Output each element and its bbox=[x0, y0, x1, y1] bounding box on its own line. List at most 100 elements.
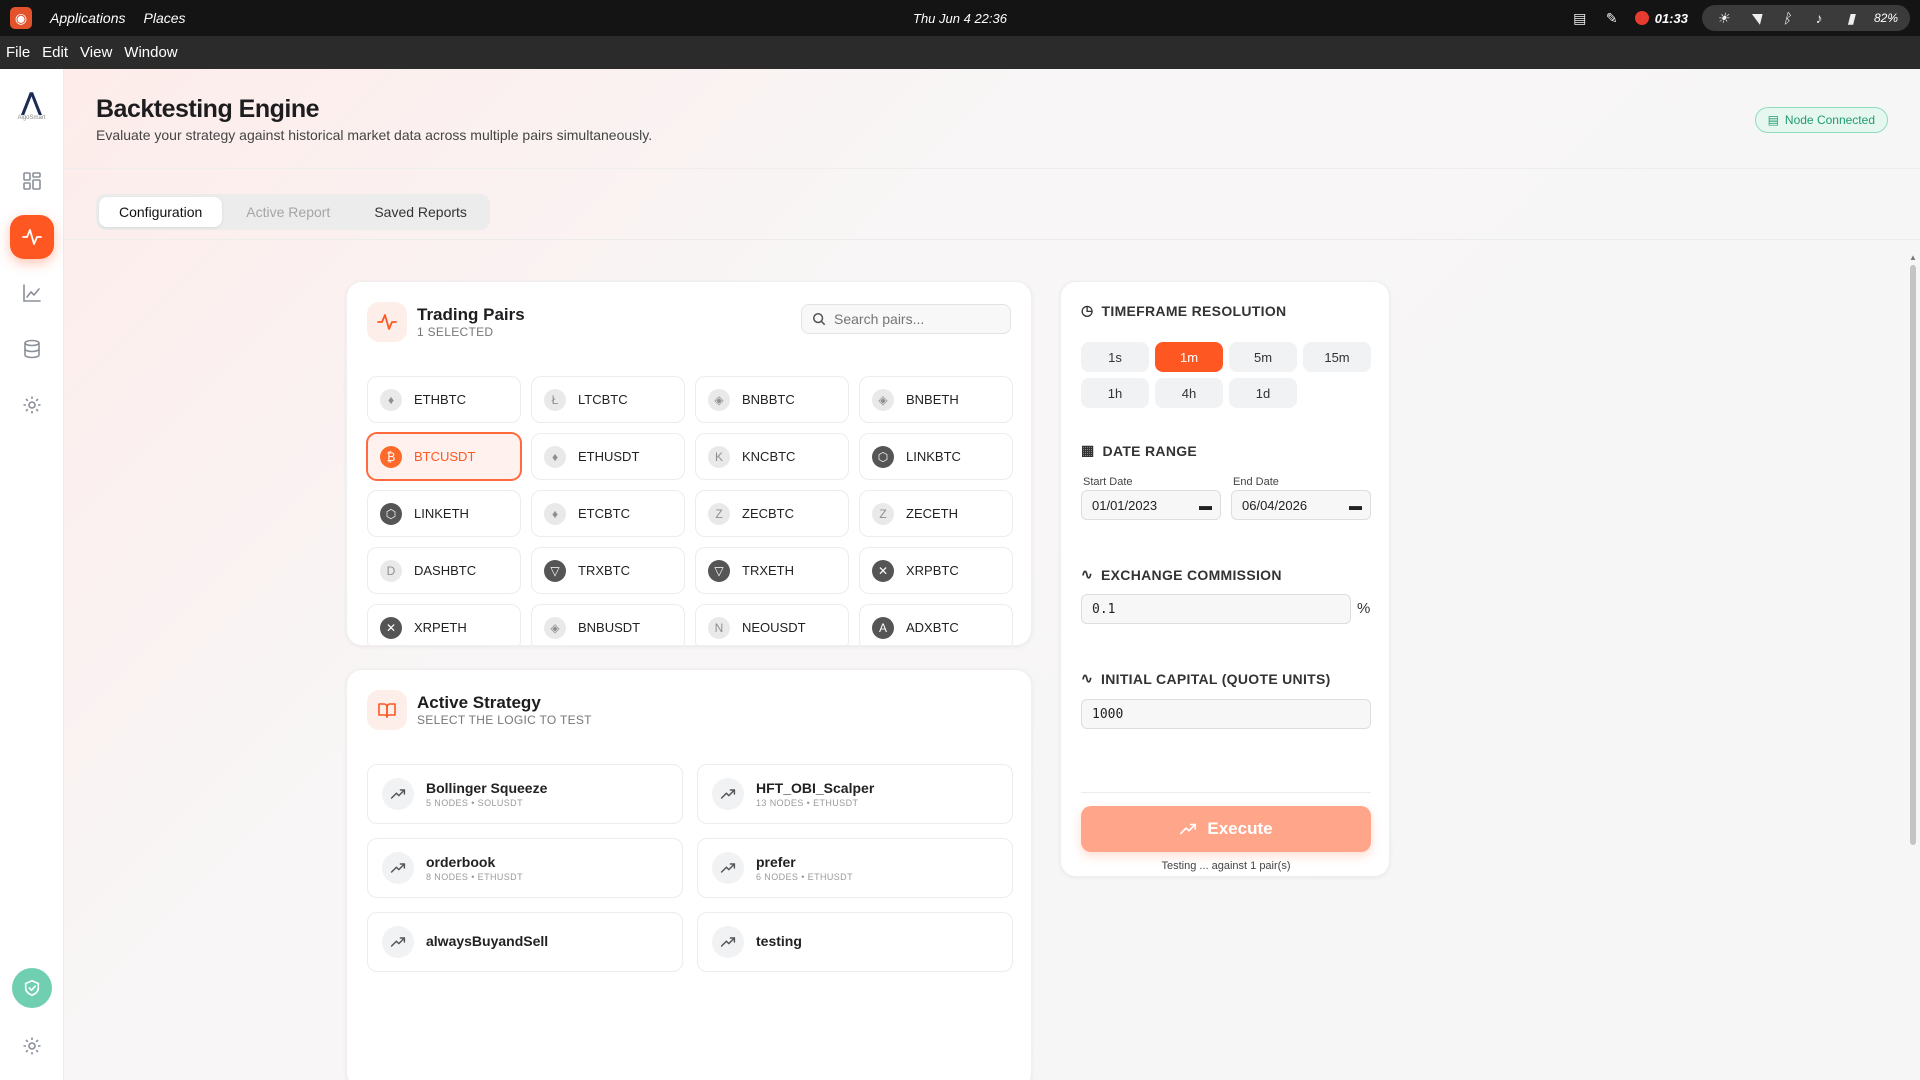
commission-input[interactable]: 0.1 bbox=[1081, 594, 1351, 624]
strategy-name: HFT_OBI_Scalper bbox=[756, 780, 875, 796]
active-strategy-subtitle: SELECT THE LOGIC TO TEST bbox=[417, 713, 592, 727]
kyber-icon: K bbox=[708, 445, 730, 468]
date-range-label: ▦ DATE RANGE bbox=[1081, 442, 1197, 459]
system-tray[interactable]: ☀ ◥ ᛒ ♪ ▮ 82% bbox=[1701, 5, 1910, 31]
timeframe-5m[interactable]: 5m bbox=[1229, 342, 1297, 372]
menu-view[interactable]: View bbox=[80, 44, 112, 61]
logo-text: AlgoSmart bbox=[17, 115, 46, 121]
tab-bar: Configuration Active Report Saved Report… bbox=[96, 194, 490, 230]
end-date-input[interactable]: 06/04/2026 ▬ bbox=[1231, 490, 1371, 520]
trending-up-icon bbox=[712, 852, 744, 884]
zcash-icon: Z bbox=[872, 502, 894, 525]
pair-adxbtc[interactable]: A ADXBTC bbox=[859, 604, 1013, 645]
bottom-settings-button[interactable] bbox=[10, 1024, 54, 1068]
nav-analytics[interactable] bbox=[10, 271, 54, 315]
app-menubar: File Edit View Window bbox=[0, 36, 1920, 69]
tab-configuration[interactable]: Configuration bbox=[99, 197, 223, 227]
pair-trxeth[interactable]: ▽ TRXETH bbox=[695, 547, 849, 594]
clipboard-icon[interactable]: ▤ bbox=[1571, 9, 1589, 27]
scroll-up-icon[interactable]: ▲ bbox=[1909, 253, 1917, 262]
pair-label: XRPETH bbox=[414, 620, 467, 635]
calendar-picker-icon[interactable]: ▬ bbox=[1349, 498, 1362, 513]
timeframe-1m[interactable]: 1m bbox=[1155, 342, 1223, 372]
nav-backtesting[interactable] bbox=[9, 215, 54, 259]
timeframe-4h[interactable]: 4h bbox=[1155, 378, 1223, 408]
menu-file[interactable]: File bbox=[6, 44, 30, 61]
xrp-icon: ✕ bbox=[872, 559, 894, 582]
record-dot-icon bbox=[1634, 11, 1649, 25]
pair-zecbtc[interactable]: Z ZECBTC bbox=[695, 490, 849, 537]
strategy-name: Bollinger Squeeze bbox=[426, 780, 548, 796]
pair-trxbtc[interactable]: ▽ TRXBTC bbox=[531, 547, 685, 594]
trading-pairs-card: Trading Pairs 1 SELECTED ♦ ETHBTC Ł LTCBTC ◈… bbox=[346, 281, 1032, 646]
app-logo[interactable]: ⋀ AlgoSmart bbox=[15, 91, 49, 125]
pair-kncbtc[interactable]: K KNCBTC bbox=[695, 433, 849, 480]
page-scrollbar[interactable]: ▲ bbox=[1908, 253, 1918, 853]
places-menu[interactable]: Places bbox=[144, 10, 186, 26]
pair-etcbtc[interactable]: ♦ ETCBTC bbox=[531, 490, 685, 537]
pair-linketh[interactable]: ⬡ LINKETH bbox=[367, 490, 521, 537]
pair-label: ZECETH bbox=[906, 506, 958, 521]
start-date-input[interactable]: 01/01/2023 ▬ bbox=[1081, 490, 1221, 520]
search-input[interactable] bbox=[834, 311, 994, 327]
distro-logo-icon[interactable]: ◉ bbox=[10, 7, 32, 29]
strategy-name: testing bbox=[756, 933, 802, 949]
page-title: Backtesting Engine bbox=[96, 95, 320, 123]
pair-neousdt[interactable]: N NEOUSDT bbox=[695, 604, 849, 645]
timeframe-1d[interactable]: 1d bbox=[1229, 378, 1297, 408]
bnb-icon: ◈ bbox=[544, 616, 566, 639]
strategy-item[interactable]: prefer 6 NODES • ETHUSDT bbox=[697, 838, 1013, 898]
tron-icon: ▽ bbox=[544, 559, 566, 582]
pair-btcusdt[interactable]: ₿ BTCUSDT bbox=[367, 433, 521, 480]
strategy-item[interactable]: HFT_OBI_Scalper 13 NODES • ETHUSDT bbox=[697, 764, 1013, 824]
strategy-item[interactable]: Bollinger Squeeze 5 NODES • SOLUSDT bbox=[367, 764, 683, 824]
pen-icon[interactable]: ✎ bbox=[1603, 9, 1621, 27]
capital-input[interactable]: 1000 bbox=[1081, 699, 1371, 729]
menu-edit[interactable]: Edit bbox=[42, 44, 68, 61]
tab-saved-reports[interactable]: Saved Reports bbox=[354, 197, 487, 227]
timeframe-1s[interactable]: 1s bbox=[1081, 342, 1149, 372]
chainlink-icon: ⬡ bbox=[872, 445, 894, 468]
pair-linkbtc[interactable]: ⬡ LINKBTC bbox=[859, 433, 1013, 480]
nav-dashboard[interactable] bbox=[10, 159, 54, 203]
page-header: Backtesting Engine Evaluate your strateg… bbox=[64, 69, 1920, 169]
nav-data[interactable] bbox=[10, 327, 54, 371]
screen-recorder-indicator[interactable]: 01:33 bbox=[1634, 11, 1688, 26]
security-shield-button[interactable] bbox=[11, 968, 52, 1008]
strategy-item[interactable]: orderbook 8 NODES • ETHUSDT bbox=[367, 838, 683, 898]
tron-icon: ▽ bbox=[708, 559, 730, 582]
pair-zeceth[interactable]: Z ZECETH bbox=[859, 490, 1013, 537]
pair-xrpbtc[interactable]: ✕ XRPBTC bbox=[859, 547, 1013, 594]
capital-label-text: INITIAL CAPITAL (QUOTE UNITS) bbox=[1101, 670, 1331, 687]
pair-bnbeth[interactable]: ◈ BNBETH bbox=[859, 376, 1013, 423]
menu-window[interactable]: Window bbox=[124, 44, 177, 61]
end-date-value: 06/04/2026 bbox=[1242, 497, 1308, 513]
pair-ethbtc[interactable]: ♦ ETHBTC bbox=[367, 376, 521, 423]
ethereum-icon: ♦ bbox=[380, 388, 402, 411]
chart-line-icon bbox=[22, 284, 41, 302]
scroll-thumb[interactable] bbox=[1910, 265, 1916, 845]
pair-ethusdt[interactable]: ♦ ETHUSDT bbox=[531, 433, 685, 480]
ethereum-classic-icon: ♦ bbox=[544, 502, 566, 525]
nav-settings[interactable] bbox=[10, 383, 54, 427]
main-content: Backtesting Engine Evaluate your strateg… bbox=[64, 69, 1920, 1080]
pair-bnbbtc[interactable]: ◈ BNBBTC bbox=[695, 376, 849, 423]
calendar-picker-icon[interactable]: ▬ bbox=[1199, 498, 1212, 513]
search-icon bbox=[812, 312, 826, 326]
trending-up-icon bbox=[382, 852, 414, 884]
strategy-meta: 6 NODES • ETHUSDT bbox=[756, 872, 853, 882]
tab-active-report[interactable]: Active Report bbox=[226, 197, 350, 227]
strategy-item[interactable]: alwaysBuyandSell bbox=[367, 912, 683, 972]
pair-dashbtc[interactable]: D DASHBTC bbox=[367, 547, 521, 594]
strategy-item[interactable]: testing bbox=[697, 912, 1013, 972]
page-subtitle: Evaluate your strategy against historica… bbox=[96, 127, 653, 143]
pair-xrpeth[interactable]: ✕ XRPETH bbox=[367, 604, 521, 645]
pair-search[interactable] bbox=[801, 304, 1011, 334]
timeframe-1h[interactable]: 1h bbox=[1081, 378, 1149, 408]
pair-ltcbtc[interactable]: Ł LTCBTC bbox=[531, 376, 685, 423]
end-date-label: End Date bbox=[1233, 476, 1279, 488]
timeframe-15m[interactable]: 15m bbox=[1303, 342, 1371, 372]
pair-bnbusdt[interactable]: ◈ BNBUSDT bbox=[531, 604, 685, 645]
execute-button[interactable]: Execute bbox=[1081, 806, 1371, 852]
applications-menu[interactable]: Applications bbox=[50, 10, 126, 26]
